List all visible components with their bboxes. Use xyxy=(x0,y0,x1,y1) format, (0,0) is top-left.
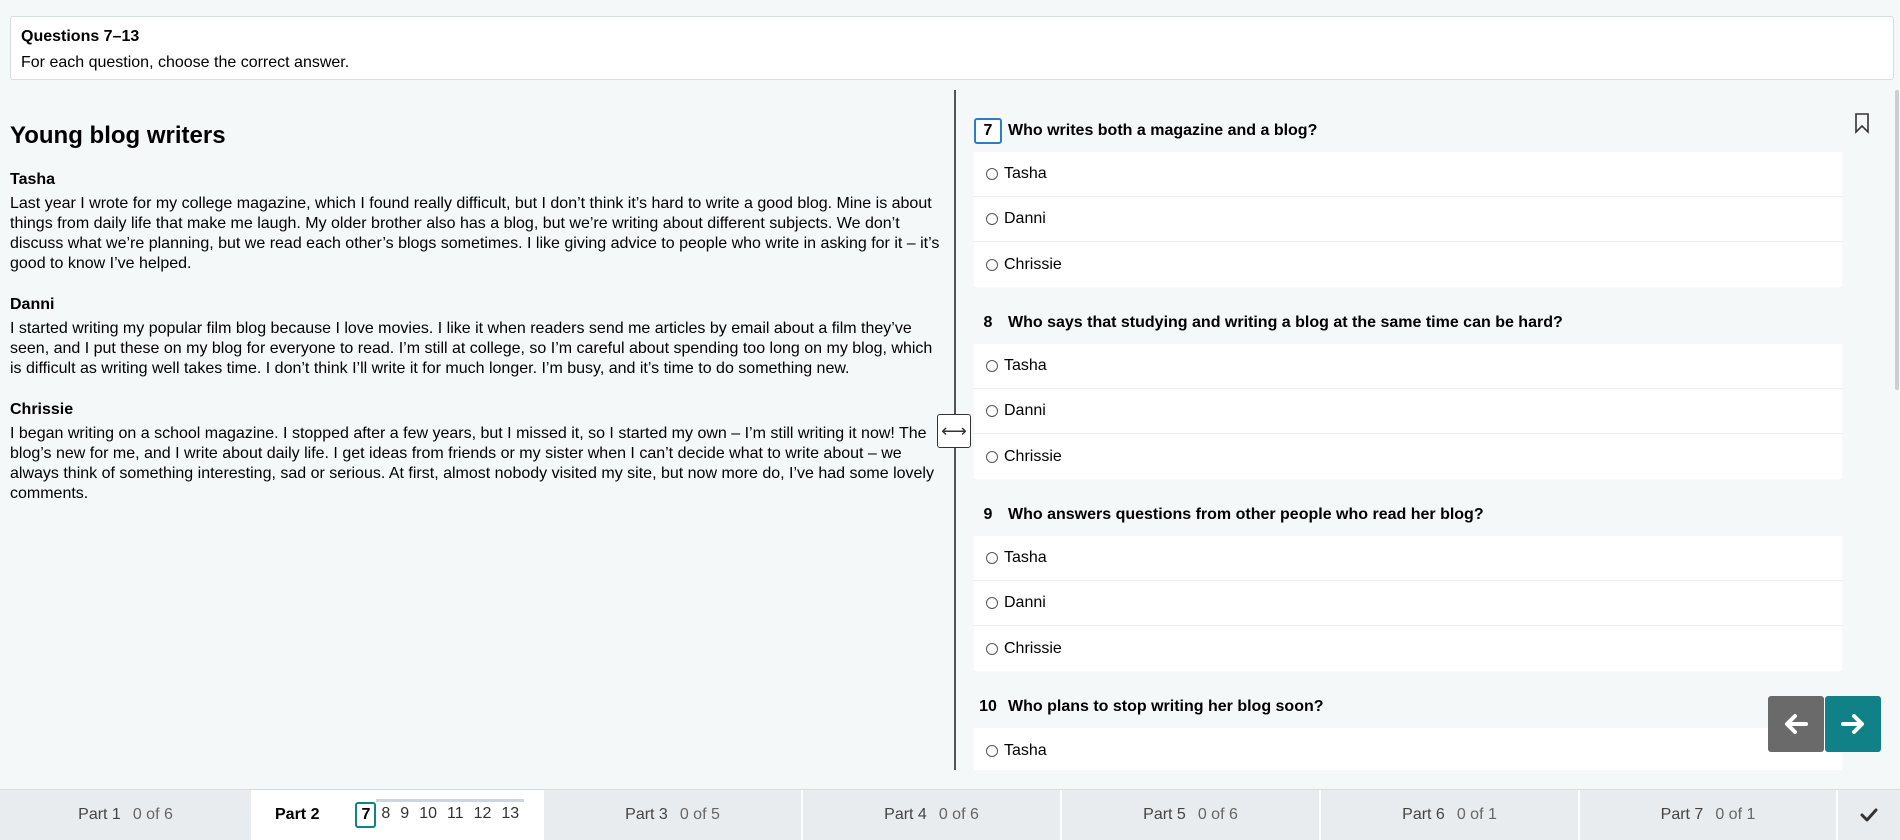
paragraph-text: I began writing on a school magazine. I … xyxy=(10,425,934,502)
paragraph-text: Last year I wrote for my college magazin… xyxy=(10,195,940,272)
option-label: Danni xyxy=(1004,402,1046,419)
part-label: Part 3 xyxy=(625,806,668,823)
paragraph-author: Danni xyxy=(10,296,55,313)
bookmark-icon[interactable] xyxy=(1852,112,1872,134)
option[interactable]: Chrissie xyxy=(974,434,1842,479)
options-list: Tasha Danni Chrissie xyxy=(974,152,1842,287)
options-list: Tasha Danni Chrissie xyxy=(974,344,1842,479)
part-tab-5[interactable]: Part 5 0 of 6 xyxy=(1062,790,1321,840)
paragraph-text: I started writing my popular film blog b… xyxy=(10,320,933,377)
part-label: Part 4 xyxy=(884,806,927,823)
part-label: Part 2 xyxy=(275,806,320,823)
option[interactable]: Tasha xyxy=(974,728,1842,770)
question-10: 10 Who plans to stop writing her blog so… xyxy=(974,692,1842,770)
question-links: 7 8 9 10 11 12 13 xyxy=(355,798,525,828)
part-label: Part 5 xyxy=(1143,806,1186,823)
question-8: 8 Who says that studying and writing a b… xyxy=(974,308,1842,479)
option-label: Tasha xyxy=(1004,741,1047,759)
questions-panel: 7 Who writes both a magazine and a blog?… xyxy=(964,90,1894,770)
radio-button[interactable] xyxy=(986,552,998,564)
option[interactable]: Danni xyxy=(974,581,1842,626)
question-text: Who answers questions from other people … xyxy=(1008,506,1484,523)
question-link-8[interactable]: 8 xyxy=(376,798,396,826)
paragraph-author: Chrissie xyxy=(10,401,74,418)
instructions-panel: Questions 7–13 For each question, choose… xyxy=(10,16,1894,80)
part-tab-3[interactable]: Part 3 0 of 5 xyxy=(544,790,803,840)
part-tab-6[interactable]: Part 6 0 of 1 xyxy=(1321,790,1580,840)
question-link-12[interactable]: 12 xyxy=(468,798,497,826)
option[interactable]: Danni xyxy=(974,197,1842,242)
question-link-11[interactable]: 11 xyxy=(441,798,469,826)
arrow-right-icon xyxy=(1841,714,1864,734)
radio-button[interactable] xyxy=(986,405,998,417)
questions-scrollbar[interactable] xyxy=(1895,90,1899,390)
part-tab-1[interactable]: Part 1 0 of 6 xyxy=(0,790,253,840)
option[interactable]: Chrissie xyxy=(974,626,1842,671)
option[interactable]: Chrissie xyxy=(974,242,1842,287)
options-list: Tasha Danni Chrissie xyxy=(974,536,1842,671)
option[interactable]: Tasha xyxy=(974,536,1842,581)
part-progress: 0 of 6 xyxy=(1197,806,1238,823)
part-label: Part 7 xyxy=(1660,806,1704,823)
part-label: Part 1 xyxy=(78,806,121,823)
option-label: Tasha xyxy=(1004,165,1047,182)
passage-paragraph: Danni I started writing my popular film … xyxy=(10,295,940,379)
radio-button[interactable] xyxy=(986,597,998,609)
option[interactable]: Tasha xyxy=(974,344,1842,389)
passage-title: Young blog writers xyxy=(10,122,226,149)
part-progress: 0 of 1 xyxy=(1715,806,1756,823)
part-navigation: Part 1 0 of 6 Part 2 7 8 9 10 11 12 13 P… xyxy=(0,789,1900,840)
radio-button[interactable] xyxy=(986,642,998,655)
part-tab-4[interactable]: Part 4 0 of 6 xyxy=(803,790,1062,840)
question-text: Who says that studying and writing a blo… xyxy=(1008,314,1563,331)
finish-button[interactable] xyxy=(1838,790,1900,840)
radio-button[interactable] xyxy=(986,450,998,463)
question-link-13[interactable]: 13 xyxy=(496,798,525,826)
passage-paragraph: Chrissie I began writing on a school mag… xyxy=(10,400,940,504)
question-number: 7 xyxy=(974,118,1002,144)
option-label: Tasha xyxy=(1004,357,1047,374)
question-9: 9 Who answers questions from other peopl… xyxy=(974,500,1842,671)
part-progress: 0 of 6 xyxy=(132,806,173,823)
option-label: Chrissie xyxy=(1004,447,1062,465)
option-label: Chrissie xyxy=(1004,639,1062,657)
question-link-7[interactable]: 7 xyxy=(355,802,377,828)
option[interactable]: Danni xyxy=(974,389,1842,434)
previous-button[interactable] xyxy=(1768,696,1824,752)
question-text: Who plans to stop writing her blog soon? xyxy=(1008,698,1324,715)
instructions-title: Questions 7–13 xyxy=(21,28,140,45)
part-progress: 0 of 1 xyxy=(1456,806,1497,823)
option-label: Danni xyxy=(1004,594,1046,611)
radio-button[interactable] xyxy=(986,360,998,372)
part-label: Part 6 xyxy=(1402,806,1445,823)
reading-passage: Young blog writers Tasha Last year I wro… xyxy=(10,90,940,770)
question-text: Who writes both a magazine and a blog? xyxy=(1008,122,1318,139)
next-button[interactable] xyxy=(1825,696,1881,752)
question-7: 7 Who writes both a magazine and a blog?… xyxy=(974,116,1842,287)
question-number: 9 xyxy=(983,506,993,523)
radio-button[interactable] xyxy=(986,168,998,180)
part-progress: 0 of 5 xyxy=(679,806,720,823)
option[interactable]: Tasha xyxy=(974,152,1842,197)
question-link-9[interactable]: 9 xyxy=(395,798,415,826)
options-list: Tasha xyxy=(974,728,1842,770)
question-number: 10 xyxy=(979,698,997,715)
arrow-left-icon xyxy=(1785,714,1808,734)
question-link-10[interactable]: 10 xyxy=(414,798,442,826)
part-progress: 0 of 6 xyxy=(938,806,979,823)
radio-button[interactable] xyxy=(986,744,998,757)
option-label: Tasha xyxy=(1004,549,1047,566)
part-tab-7[interactable]: Part 7 0 of 1 xyxy=(1580,790,1838,840)
option-label: Chrissie xyxy=(1004,255,1062,273)
instructions-subtitle: For each question, choose the correct an… xyxy=(21,54,350,71)
paragraph-author: Tasha xyxy=(10,171,56,188)
question-number: 8 xyxy=(983,314,993,331)
check-icon xyxy=(1860,808,1878,822)
radio-button[interactable] xyxy=(986,258,998,271)
radio-button[interactable] xyxy=(986,213,998,225)
part-tab-2[interactable]: Part 2 7 8 9 10 11 12 13 xyxy=(253,790,544,840)
passage-paragraph: Tasha Last year I wrote for my college m… xyxy=(10,170,940,274)
option-label: Danni xyxy=(1004,210,1046,227)
